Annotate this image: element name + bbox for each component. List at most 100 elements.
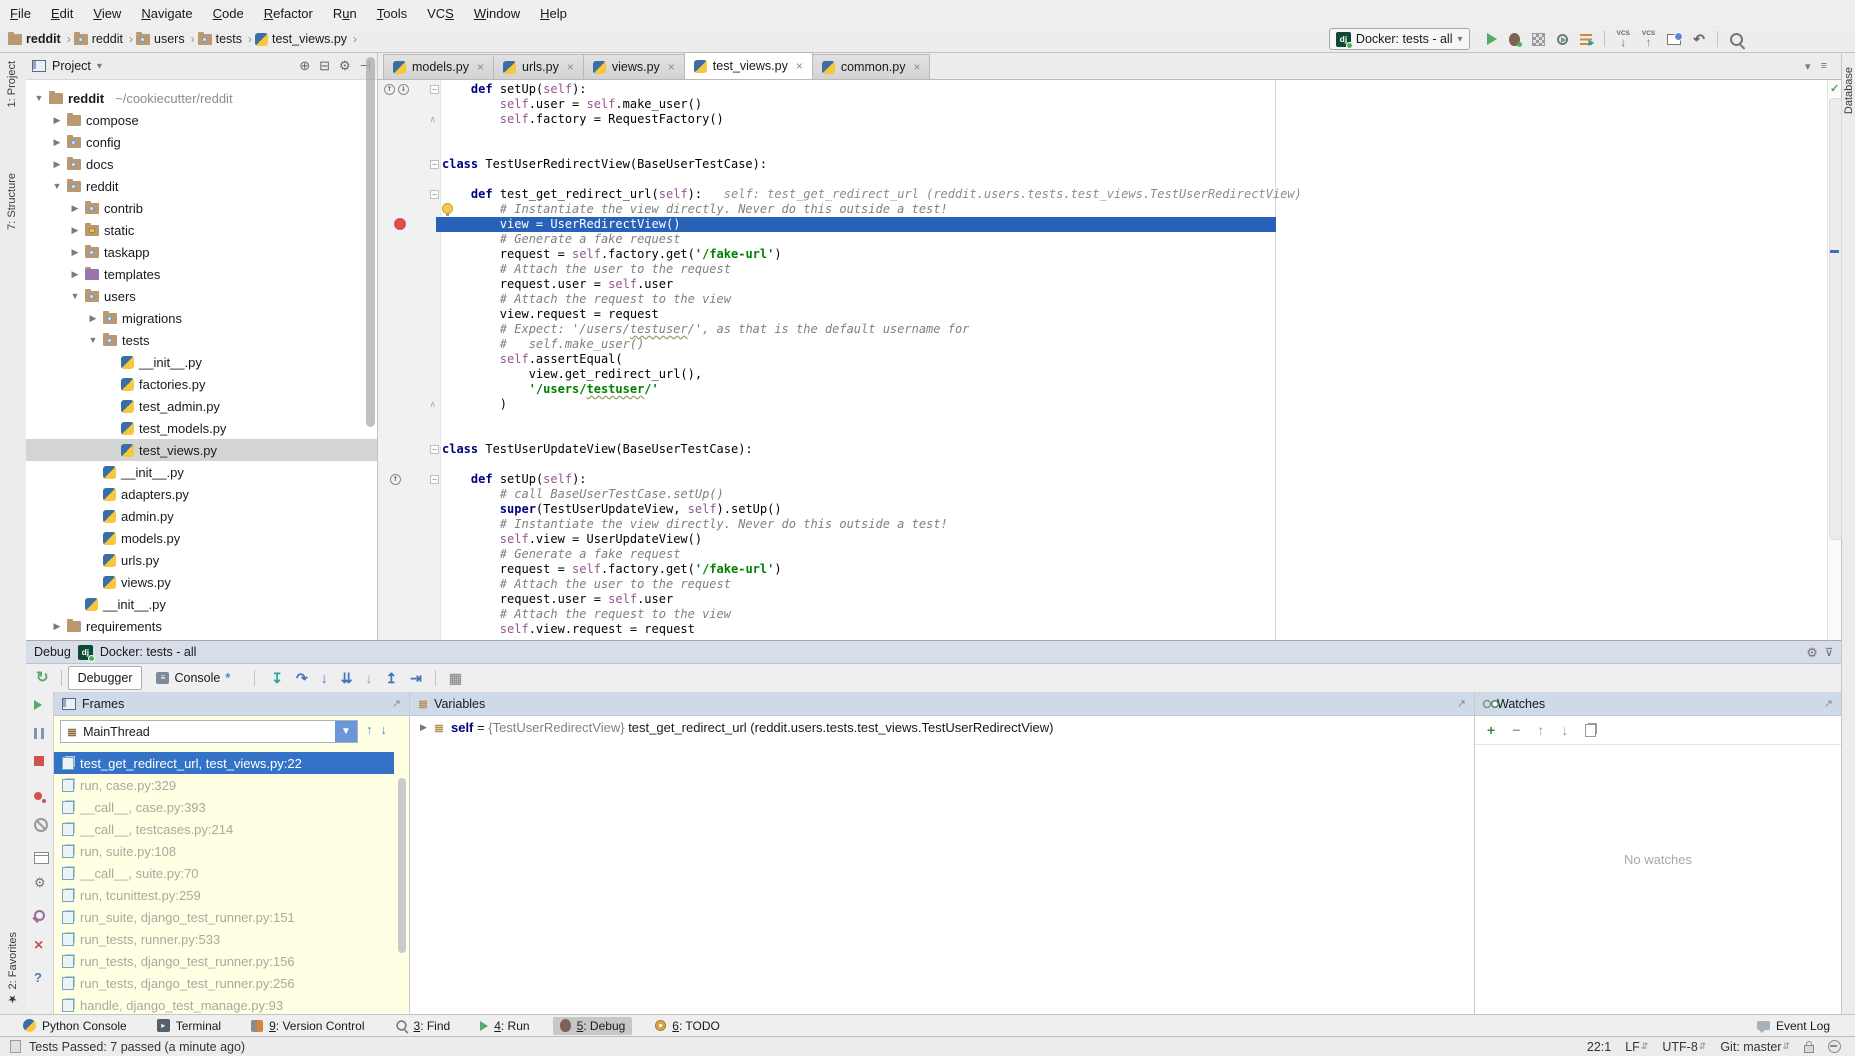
- tree-toggle-icon[interactable]: ▼: [70, 291, 80, 301]
- add-watch-icon[interactable]: +: [1487, 722, 1495, 738]
- code-line[interactable]: self.assertEqual(: [442, 352, 623, 367]
- code-line[interactable]: ): [442, 397, 507, 412]
- settings-icon[interactable]: ⚙: [339, 58, 351, 74]
- tree-item-urlspy[interactable]: urls.py: [26, 549, 377, 571]
- breadcrumb-item[interactable]: users: [136, 32, 185, 46]
- tree-toggle-icon[interactable]: ▶: [70, 269, 80, 280]
- unlocked-icon[interactable]: [1804, 1045, 1814, 1053]
- editor-tab-viewspy[interactable]: views.py×: [583, 54, 685, 79]
- rerun-icon[interactable]: ↻: [36, 671, 49, 685]
- step-over-icon[interactable]: ↷: [296, 670, 308, 687]
- menu-run[interactable]: Run: [323, 6, 367, 21]
- breadcrumb-item[interactable]: reddit: [74, 32, 123, 46]
- tree-item-contrib[interactable]: ▶contrib: [26, 197, 377, 219]
- code-line[interactable]: self.user = self.make_user(): [442, 97, 702, 112]
- code-line[interactable]: super(TestUserUpdateView, self).setUp(): [442, 502, 782, 517]
- stack-frame-row[interactable]: handle, django_test_manage.py:93: [54, 994, 394, 1016]
- tree-item-requirements[interactable]: ▶requirements: [26, 615, 377, 637]
- toolwindow-button-find[interactable]: 3: Find: [388, 1017, 458, 1035]
- gear-icon[interactable]: ⚙: [1806, 646, 1818, 659]
- menu-refactor[interactable]: Refactor: [254, 6, 323, 21]
- code-line[interactable]: class TestUserRedirectView(BaseUserTestC…: [442, 157, 767, 172]
- profiler-button[interactable]: [1557, 34, 1568, 45]
- event-log-button[interactable]: Event Log: [1750, 1017, 1837, 1035]
- sidebar-tab-structure[interactable]: 7: Structure: [6, 173, 18, 230]
- step-into-icon[interactable]: ↓: [321, 670, 328, 686]
- project-panel-title[interactable]: Project: [52, 59, 91, 73]
- status-widget-lf[interactable]: LF⇵: [1625, 1040, 1648, 1054]
- code-line[interactable]: def setUp(self):: [442, 82, 587, 97]
- menu-vcs[interactable]: VCS: [417, 6, 464, 21]
- code-line[interactable]: self.view.request = request: [442, 622, 695, 637]
- fold-collapse-icon[interactable]: −: [430, 475, 439, 484]
- code-line[interactable]: # Attach the user to the request: [442, 262, 731, 277]
- stack-frame-row[interactable]: run_tests, django_test_runner.py:256: [54, 972, 394, 994]
- toolwindow-button-run[interactable]: 4: Run: [473, 1017, 536, 1035]
- fold-end-icon[interactable]: ∧: [430, 400, 435, 410]
- code-line[interactable]: view = UserRedirectView(): [442, 217, 680, 232]
- stack-frame-row[interactable]: run, suite.py:108: [54, 840, 394, 862]
- code-line[interactable]: # self.make_user(): [442, 337, 644, 352]
- debug-tab-debugger[interactable]: Debugger: [68, 666, 143, 690]
- step-into-my-code-icon[interactable]: ⇊: [341, 670, 353, 687]
- tree-item-static[interactable]: ▶static: [26, 219, 377, 241]
- close-tab-icon[interactable]: ×: [913, 60, 920, 74]
- code-line[interactable]: # Attach the request to the view: [442, 607, 731, 622]
- editor-tab-commonpy[interactable]: common.py×: [812, 54, 931, 79]
- tree-item-__init__py[interactable]: __init__.py: [26, 351, 377, 373]
- sidebar-tab-project[interactable]: 1: Project: [6, 61, 18, 107]
- tabs-list-icon[interactable]: ▾: [1805, 60, 1811, 73]
- frames-scrollbar[interactable]: [398, 778, 406, 953]
- menu-edit[interactable]: Edit: [41, 6, 83, 21]
- tree-toggle-icon[interactable]: ▶: [88, 313, 98, 324]
- menu-tools[interactable]: Tools: [367, 6, 417, 21]
- overriding-method-icon[interactable]: ↑: [384, 84, 395, 95]
- tree-item-test_adminpy[interactable]: test_admin.py: [26, 395, 377, 417]
- toolwindow-button-python-console[interactable]: Python Console: [16, 1017, 134, 1035]
- variable-row[interactable]: ▶ ≣ self = {TestUserRedirectView} test_g…: [410, 720, 1054, 735]
- locate-icon[interactable]: ⊕: [299, 58, 310, 74]
- fold-end-icon[interactable]: ∧: [430, 115, 435, 125]
- run-to-cursor-icon[interactable]: ⇥: [410, 670, 422, 687]
- expand-icon[interactable]: ▶: [420, 722, 427, 733]
- stack-frame-row[interactable]: test_get_redirect_url, test_views.py:22: [54, 752, 394, 774]
- status-widget-utf-8[interactable]: UTF-8⇵: [1662, 1040, 1706, 1054]
- tree-toggle-icon[interactable]: ▶: [52, 159, 62, 170]
- hide-panel-icon[interactable]: ⊽: [1825, 646, 1833, 659]
- stack-frame-row[interactable]: __call__, case.py:393: [54, 796, 394, 818]
- editor-scrollbar-thumb[interactable]: [1829, 98, 1842, 540]
- close-button[interactable]: ×: [34, 940, 43, 952]
- stack-frame-row[interactable]: run_tests, django_test_runner.py:156: [54, 950, 394, 972]
- editor-tab-urlspy[interactable]: urls.py×: [493, 54, 584, 79]
- thread-dropdown-button[interactable]: ▼: [335, 721, 357, 742]
- resume-button[interactable]: [34, 700, 42, 710]
- toolwindow-button-terminal[interactable]: ▸Terminal: [150, 1017, 228, 1035]
- view-breakpoints-button[interactable]: [34, 792, 42, 800]
- status-widget-git-master[interactable]: Git: master⇵: [1720, 1040, 1790, 1054]
- debug-settings-button[interactable]: ⚙: [34, 876, 46, 889]
- menu-file[interactable]: File: [0, 6, 41, 21]
- recent-changes-button[interactable]: [1667, 34, 1681, 45]
- concurrency-button[interactable]: [1580, 34, 1592, 45]
- tree-item-templates[interactable]: ▶templates: [26, 263, 377, 285]
- menu-help[interactable]: Help: [530, 6, 577, 21]
- execution-point-mark[interactable]: [1830, 250, 1839, 253]
- debug-tab-console[interactable]: ≡Console*: [146, 666, 240, 690]
- status-widget-22-1[interactable]: 22:1: [1587, 1040, 1611, 1054]
- pause-button[interactable]: [34, 728, 44, 739]
- pin-tab-button[interactable]: [34, 910, 45, 921]
- tree-item-adminpy[interactable]: admin.py: [26, 505, 377, 527]
- code-line[interactable]: # Attach the user to the request: [442, 577, 731, 592]
- tree-item-viewspy[interactable]: views.py: [26, 571, 377, 593]
- code-editor[interactable]: def setUp(self):↑↓− self.user = self.mak…: [378, 80, 1827, 640]
- duplicate-watch-icon[interactable]: [1585, 724, 1596, 737]
- code-line[interactable]: def test_get_redirect_url(self): self: t…: [442, 187, 1302, 202]
- vcs-commit-button[interactable]: VCS↑: [1642, 31, 1655, 47]
- tree-item-config[interactable]: ▶config: [26, 131, 377, 153]
- remove-watch-icon[interactable]: −: [1512, 722, 1520, 738]
- move-up-icon[interactable]: ↑: [1537, 722, 1544, 738]
- breadcrumb-item[interactable]: tests: [198, 32, 242, 46]
- tree-item-modelspy[interactable]: models.py: [26, 527, 377, 549]
- stack-frame-row[interactable]: run_tests, runner.py:533: [54, 928, 394, 950]
- toolwindow-button-debug[interactable]: 5: Debug: [553, 1017, 633, 1035]
